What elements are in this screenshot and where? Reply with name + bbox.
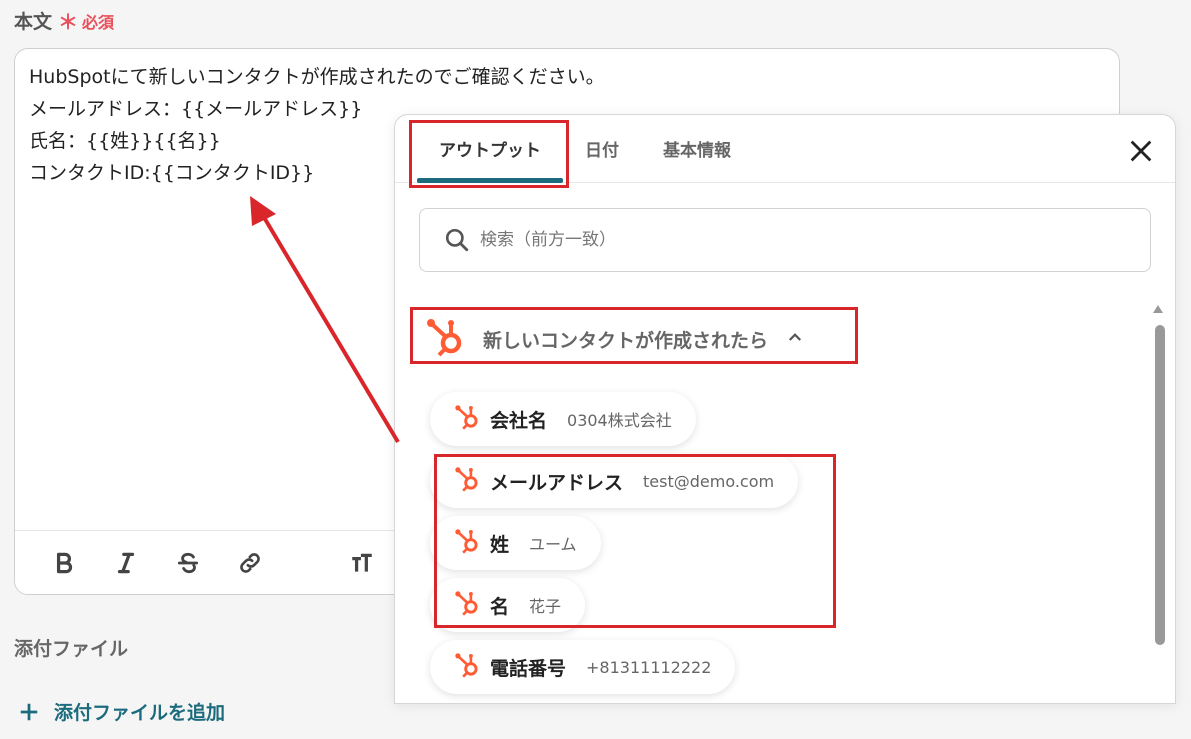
output-item-email[interactable]: メールアドレス test@demo.com	[430, 454, 799, 508]
bold-icon	[56, 552, 73, 573]
link-icon	[240, 552, 260, 573]
link-button[interactable]	[233, 546, 267, 580]
item-value: test@demo.com	[643, 471, 775, 491]
text-size-icon	[352, 553, 372, 572]
variable-picker-popup: アウトプット 日付 基本情報 新しいコンタクトが作成されたら 会社名 0304株…	[394, 114, 1176, 704]
scroll-up-arrow[interactable]	[1153, 305, 1163, 313]
tab-output[interactable]: アウトプット	[417, 115, 563, 183]
item-key: 姓	[490, 533, 510, 556]
output-item-last-name[interactable]: 姓 ユーム	[430, 516, 601, 570]
item-key: 電話番号	[490, 657, 567, 680]
add-attachment-label: 添付ファイルを追加	[54, 702, 226, 724]
search-box[interactable]	[419, 208, 1151, 272]
popup-tabs: アウトプット 日付 基本情報	[395, 115, 1175, 183]
section-header[interactable]: 新しいコンタクトが作成されたら	[425, 318, 804, 357]
italic-button[interactable]	[109, 546, 143, 580]
required-asterisk: ＊	[58, 10, 79, 34]
italic-icon	[117, 552, 135, 573]
item-value: 花子	[529, 597, 562, 616]
close-icon	[1130, 140, 1152, 162]
plus-icon	[20, 703, 38, 720]
item-key: 名	[490, 595, 510, 618]
add-attachment-button[interactable]: 添付ファイルを追加	[18, 698, 225, 725]
hubspot-icon	[454, 528, 480, 558]
attachments-label: 添付ファイル	[14, 638, 129, 660]
field-label-text: 本文	[14, 11, 53, 33]
output-item-first-name[interactable]: 名 花子	[430, 578, 586, 632]
hubspot-icon	[454, 466, 480, 496]
hubspot-icon	[454, 652, 480, 682]
tab-date[interactable]: 日付	[563, 115, 641, 183]
item-value: 0304株式会社	[567, 411, 672, 430]
strikethrough-button[interactable]	[171, 546, 205, 580]
section-title: 新しいコンタクトが作成されたら	[483, 329, 769, 352]
scrollbar-thumb[interactable]	[1155, 325, 1165, 645]
strikethrough-icon	[177, 552, 199, 573]
hubspot-icon	[454, 590, 480, 620]
item-value: +81311112222	[586, 657, 712, 677]
hubspot-icon	[454, 404, 480, 434]
item-value: ユーム	[529, 535, 577, 554]
tab-basic-info[interactable]: 基本情報	[641, 115, 753, 183]
text-size-button[interactable]	[345, 546, 379, 580]
item-key: 会社名	[490, 409, 548, 432]
close-button[interactable]	[1127, 137, 1155, 165]
body-field-label: 本文 ＊ 必須	[14, 6, 114, 35]
item-key: メールアドレス	[490, 471, 624, 494]
output-item-company[interactable]: 会社名 0304株式会社	[430, 392, 696, 446]
search-input[interactable]	[480, 230, 1120, 250]
search-icon	[445, 228, 469, 252]
required-badge: 必須	[82, 12, 115, 32]
hubspot-icon	[425, 317, 465, 362]
bold-button[interactable]	[47, 546, 81, 580]
output-item-phone[interactable]: 電話番号 +81311112222	[430, 640, 736, 694]
editor-line: HubSpotにて新しいコンタクトが作成されたのでご確認ください。	[29, 66, 605, 88]
chevron-up-icon[interactable]	[786, 328, 804, 351]
